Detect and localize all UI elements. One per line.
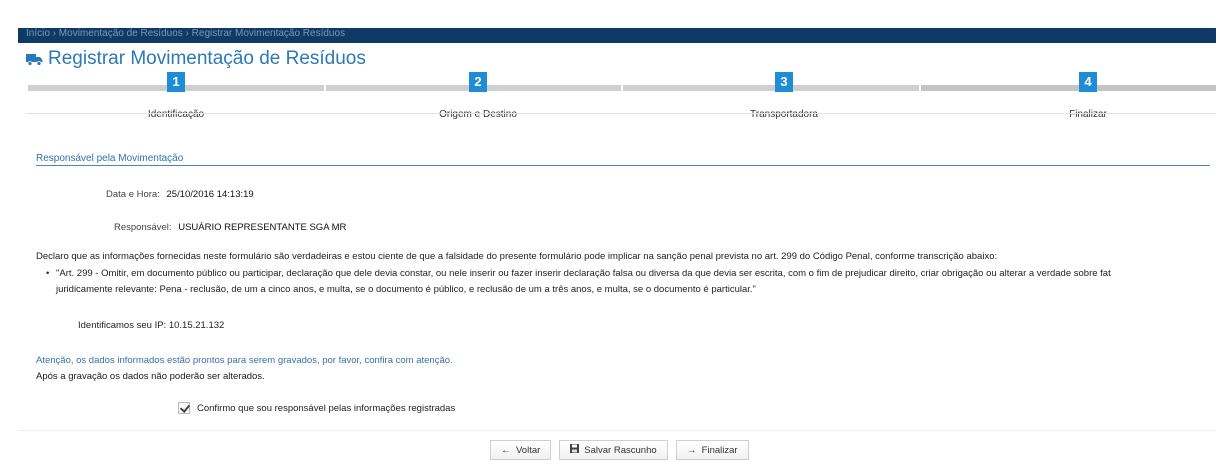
ip-label: Identificamos seu IP:: [78, 320, 167, 331]
wizard-step-label: Identificação: [147, 109, 205, 120]
page-frame: Início › Movimentação de Resíduos › Regi…: [18, 28, 1216, 466]
confirm-label: Confirmo que sou responsável pelas infor…: [197, 402, 456, 414]
divider: [26, 113, 1216, 114]
declaration-text: Declaro que as informações fornecidas ne…: [36, 251, 998, 262]
back-button-label: Voltar: [516, 444, 541, 456]
page-title: Registrar Movimentação de Resíduos: [26, 48, 366, 70]
finish-button-label: Finalizar: [701, 444, 738, 456]
arrow-left-icon: ←: [501, 444, 511, 456]
datetime-field: Data e Hora: 25/10/2016 14:13:19: [106, 189, 254, 200]
confirm-responsibility: Confirmo que sou responsável pelas infor…: [178, 402, 455, 414]
wizard-step-number: 2: [469, 72, 487, 92]
wizard-step-number: 4: [1079, 72, 1097, 92]
bullet: •: [46, 268, 50, 279]
floppy-disk-icon: [570, 444, 580, 456]
footer-divider: [18, 430, 1216, 431]
section-divider: [36, 165, 1210, 166]
breadcrumb: Início › Movimentação de Resíduos › Regi…: [18, 28, 1216, 43]
wizard-step-number: 1: [167, 72, 185, 92]
breadcrumb-home[interactable]: Início: [26, 28, 50, 39]
breadcrumb-current: Registrar Movimentação Resíduos: [191, 28, 346, 39]
datetime-label: Data e Hora:: [106, 189, 160, 200]
wizard-step-number: 3: [775, 72, 793, 92]
wizard-step-label: Finalizar: [1069, 109, 1107, 120]
penal-code-quote: • "Art. 299 - Omitir, em documento públi…: [46, 266, 1216, 298]
wizard-step-label: Transportadora: [750, 109, 818, 120]
save-draft-button-label: Salvar Rascunho: [584, 444, 657, 456]
ip-field: Identificamos seu IP: 10.15.21.132: [78, 320, 224, 331]
no-change-warning: Após a gravação os dados não poderão ser…: [36, 371, 265, 382]
responsible-field: Responsável: USUÁRIO REPRESENTANTE SGA M…: [114, 222, 346, 233]
finish-button[interactable]: → Finalizar: [675, 440, 749, 460]
wizard-step-label: Origem e Destino: [439, 109, 517, 120]
wizard-steps: 1 Identificação 2 Origem e Destino 3 Tra…: [18, 72, 1216, 152]
ip-value: 10.15.21.132: [168, 320, 225, 331]
back-button[interactable]: ← Voltar: [490, 440, 552, 460]
section-title: Responsável pela Movimentação: [36, 153, 184, 164]
page-title-text: Registrar Movimentação de Resíduos: [48, 48, 366, 69]
arrow-right-icon: →: [686, 444, 697, 456]
datetime-value: 25/10/2016 14:13:19: [166, 189, 254, 200]
confirm-checkbox[interactable]: [178, 402, 190, 414]
truck-icon: [26, 54, 43, 66]
quote-line-1: "Art. 299 - Omitir, em documento público…: [56, 268, 1111, 279]
responsible-value: USUÁRIO REPRESENTANTE SGA MR: [178, 222, 347, 233]
responsible-label: Responsável:: [114, 222, 172, 233]
save-draft-button[interactable]: Salvar Rascunho: [559, 440, 668, 460]
breadcrumb-section[interactable]: Movimentação de Resíduos: [59, 28, 183, 39]
attention-message: Atenção, os dados informados estão pront…: [36, 355, 453, 366]
quote-line-2: juridicamente relevante: Pena - reclusão…: [56, 284, 756, 295]
action-buttons: ← Voltar Salvar Rascunho → Finalizar: [490, 440, 749, 460]
